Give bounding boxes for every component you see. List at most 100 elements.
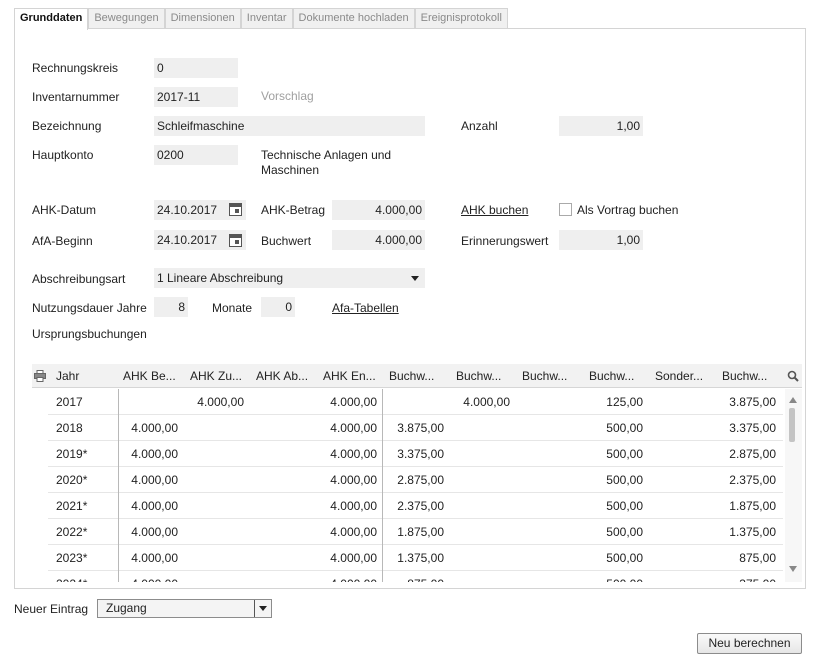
table-cell: 875,00: [384, 571, 444, 582]
table-cell: [184, 493, 244, 519]
tab-ereignisprotokoll[interactable]: Ereignisprotokoll: [414, 8, 508, 29]
table-cell: 3.375,00: [729, 421, 776, 435]
table-cell: 3.875,00: [729, 395, 776, 409]
table-cell: 375,00: [716, 571, 776, 582]
col-header[interactable]: AHK Ab...: [256, 364, 316, 388]
column-divider: [382, 389, 383, 582]
col-header[interactable]: Buchw...: [589, 364, 649, 388]
table-cell: 4.000,00: [463, 395, 510, 409]
calendar-icon[interactable]: [229, 234, 242, 247]
table-cell: 4.000,00: [330, 395, 377, 409]
ahk-buchen-link[interactable]: AHK buchen: [461, 203, 528, 217]
col-header[interactable]: AHK Be...: [123, 364, 183, 388]
table-cell: 4.000,00: [330, 525, 377, 539]
abschreibungsart-label: Abschreibungsart: [32, 272, 126, 286]
table-cell: [450, 519, 510, 545]
table-cell: 4.000,00: [118, 571, 178, 582]
scrollbar-thumb[interactable]: [789, 408, 795, 442]
table-row[interactable]: 2018 4.000,00 4.000,00 3.875,00 500,00 3.375,…: [48, 415, 783, 441]
table-cell: [650, 519, 710, 545]
table-row[interactable]: 2022* 4.000,00 4.000,00 1.875,00 500,00 1.375…: [48, 519, 783, 545]
table-row[interactable]: 2017 4.000,00 4.000,00 4.000,00 125,00 3.875,…: [48, 389, 783, 415]
inventarnummer-field[interactable]: 2017-11: [154, 87, 238, 107]
table-row[interactable]: 2019* 4.000,00 4.000,00 3.375,00 500,00 2.875…: [48, 441, 783, 467]
table-cell: 1.375,00: [729, 525, 776, 539]
bezeichnung-field[interactable]: Schleifmaschine: [154, 116, 425, 136]
calendar-icon[interactable]: [229, 203, 242, 216]
table-cell: [517, 441, 577, 467]
table-row[interactable]: 2020* 4.000,00 4.000,00 2.875,00 500,00 2.375…: [48, 467, 783, 493]
col-header-jahr[interactable]: Jahr: [56, 364, 106, 388]
tab-grunddaten[interactable]: Grunddaten: [14, 8, 89, 30]
anzahl-field[interactable]: 1,00: [559, 116, 643, 136]
col-header[interactable]: Buchw...: [522, 364, 582, 388]
table-row[interactable]: 2021* 4.000,00 4.000,00 2.375,00 500,00 1.875…: [48, 493, 783, 519]
table-cell: [184, 441, 244, 467]
table-cell: 875,00: [739, 551, 776, 565]
table-cell: [650, 389, 710, 415]
vorschlag-link[interactable]: Vorschlag: [261, 89, 314, 103]
monate-field[interactable]: 0: [261, 297, 295, 317]
table-row[interactable]: 2024* 4.000,00 4.000,00 875,00 500,00 375,00: [48, 571, 783, 582]
table-cell: [251, 415, 311, 441]
table-cell: 4.000,00: [131, 525, 178, 539]
col-header[interactable]: Buchw...: [722, 364, 782, 388]
vertical-scrollbar[interactable]: [785, 389, 802, 582]
table-cell: [251, 441, 311, 467]
tab-bewegungen[interactable]: Bewegungen: [88, 8, 165, 29]
neuer-eintrag-value: Zugang: [106, 601, 147, 615]
printer-icon[interactable]: [34, 370, 46, 382]
afa-tabellen-link[interactable]: Afa-Tabellen: [332, 301, 399, 315]
neu-berechnen-button[interactable]: Neu berechnen: [697, 633, 802, 654]
chevron-down-icon[interactable]: [259, 606, 267, 611]
jahre-field[interactable]: 8: [154, 297, 188, 317]
scroll-up-icon[interactable]: [789, 397, 797, 403]
tab-dokumente-hochladen[interactable]: Dokumente hochladen: [292, 8, 415, 29]
table-cell: [251, 389, 311, 415]
table-cell: [517, 519, 577, 545]
table-cell: 4.000,00: [131, 473, 178, 487]
table-cell: 4.000,00: [317, 571, 377, 582]
cell-jahr: 2024*: [56, 571, 106, 582]
table-cell: [450, 441, 510, 467]
erinnerungswert-field[interactable]: 1,00: [559, 230, 643, 250]
table-cell: 500,00: [606, 551, 643, 565]
hauptkonto-field[interactable]: 0200: [154, 145, 238, 165]
table-cell: [650, 545, 710, 571]
nutzungsdauer-label: Nutzungsdauer Jahre: [32, 301, 147, 315]
buchwert-field[interactable]: 4.000,00: [332, 230, 425, 250]
table-cell: [517, 493, 577, 519]
table-cell: [517, 389, 577, 415]
rechnungskreis-field[interactable]: 0: [154, 58, 238, 78]
als-vortrag-checkbox[interactable]: [559, 203, 572, 216]
table-cell: [450, 493, 510, 519]
col-header[interactable]: AHK Zu...: [190, 364, 250, 388]
table-cell: 125,00: [606, 395, 643, 409]
neuer-eintrag-select[interactable]: Zugang: [97, 599, 272, 618]
col-header[interactable]: Buchw...: [456, 364, 516, 388]
abschreibungsart-select[interactable]: 1 Lineare Abschreibung: [154, 268, 425, 288]
erinnerungswert-label: Erinnerungswert: [461, 234, 549, 248]
table-cell: [384, 389, 444, 415]
table-cell: 500,00: [606, 525, 643, 539]
ahk-betrag-field[interactable]: 4.000,00: [332, 200, 425, 220]
tab-inventar[interactable]: Inventar: [240, 8, 293, 29]
col-header[interactable]: Sonder...: [655, 364, 715, 388]
table-cell: [650, 493, 710, 519]
scroll-down-icon[interactable]: [789, 566, 797, 572]
col-header[interactable]: Buchw...: [389, 364, 449, 388]
table-cell: [450, 415, 510, 441]
col-header[interactable]: AHK En...: [323, 364, 383, 388]
table-row[interactable]: 2023* 4.000,00 4.000,00 1.375,00 500,00 875,0…: [48, 545, 783, 571]
table-cell: [517, 571, 577, 582]
tab-dimensionen[interactable]: Dimensionen: [164, 8, 241, 29]
chevron-down-icon[interactable]: [411, 276, 419, 281]
table-cell: 1.875,00: [397, 525, 444, 539]
table-cell: 4.000,00: [330, 551, 377, 565]
table-cell: [251, 493, 311, 519]
table-cell: [118, 389, 178, 415]
search-icon[interactable]: [787, 370, 799, 382]
monate-label: Monate: [212, 301, 253, 315]
cell-jahr: 2020*: [56, 473, 88, 487]
rechnungskreis-label: Rechnungskreis: [32, 61, 119, 75]
